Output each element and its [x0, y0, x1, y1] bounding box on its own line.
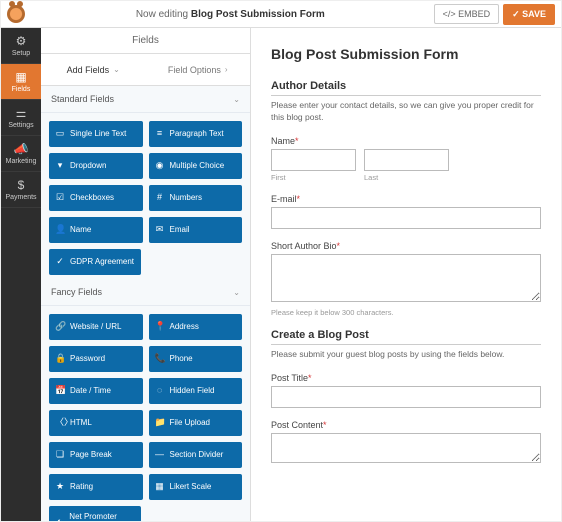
field-html[interactable]: 〈〉HTML [49, 410, 143, 436]
checkbox-icon: ☑ [55, 193, 65, 203]
field-password[interactable]: 🔒Password [49, 346, 143, 372]
form-title: Blog Post Submission Form [271, 46, 541, 62]
field-nps[interactable]: ◐Net Promoter Score [49, 506, 141, 521]
chevron-right-icon: › [225, 65, 228, 74]
field-dropdown[interactable]: ▾Dropdown [49, 153, 143, 179]
group-standard-fields[interactable]: Standard Fields⌄ [41, 86, 250, 113]
group-fancy-fields[interactable]: Fancy Fields⌄ [41, 279, 250, 306]
calendar-icon: 📅 [55, 386, 65, 396]
gauge-icon: ◐ [55, 517, 64, 521]
field-name[interactable]: 👤Name [49, 217, 143, 243]
grid-icon: ▦ [155, 482, 165, 492]
mail-icon: ✉ [155, 225, 165, 235]
app-logo [7, 5, 25, 23]
hash-icon: # [155, 193, 165, 203]
phone-icon: 📞 [155, 354, 165, 364]
dollar-icon: $ [1, 178, 41, 192]
field-likert-scale[interactable]: ▦Likert Scale [149, 474, 243, 500]
nav-settings[interactable]: ⚌Settings [1, 100, 41, 136]
section-post-desc: Please submit your guest blog posts by u… [271, 349, 541, 361]
field-hidden[interactable]: ◌Hidden Field [149, 378, 243, 404]
post-title-input[interactable] [271, 386, 541, 408]
nav-marketing[interactable]: 📣Marketing [1, 136, 41, 172]
section-author-desc: Please enter your contact details, so we… [271, 100, 541, 124]
post-title-label: Post Title* [271, 373, 541, 383]
chevron-down-icon: ⌄ [233, 288, 240, 297]
upload-icon: 📁 [155, 418, 165, 428]
link-icon: 🔗 [55, 322, 65, 332]
email-label: E-mail* [271, 194, 541, 204]
first-sublabel: First [271, 173, 356, 182]
last-name-input[interactable] [364, 149, 449, 171]
field-checkboxes[interactable]: ☑Checkboxes [49, 185, 143, 211]
section-post-heading: Create a Blog Post [271, 329, 541, 345]
shield-icon: ✓ [55, 257, 65, 267]
field-numbers[interactable]: #Numbers [149, 185, 243, 211]
title-name: Blog Post Submission Form [191, 9, 325, 20]
name-label: Name* [271, 136, 541, 146]
nav-payments[interactable]: $Payments [1, 172, 41, 208]
star-icon: ★ [55, 482, 65, 492]
chevron-down-icon: ⌄ [113, 65, 120, 74]
field-file-upload[interactable]: 📁File Upload [149, 410, 243, 436]
field-phone[interactable]: 📞Phone [149, 346, 243, 372]
chevron-down-icon: ⌄ [233, 95, 240, 104]
pin-icon: 📍 [155, 322, 165, 332]
field-paragraph-text[interactable]: ≡Paragraph Text [149, 121, 243, 147]
post-content-textarea[interactable] [271, 433, 541, 463]
lock-icon: 🔒 [55, 354, 65, 364]
bio-helper: Please keep it below 300 characters. [271, 308, 541, 317]
tab-field-options[interactable]: Field Options› [146, 54, 251, 85]
field-page-break[interactable]: ❏Page Break [49, 442, 143, 468]
panel-header: Fields [41, 28, 250, 54]
email-input[interactable] [271, 207, 541, 229]
field-gdpr[interactable]: ✓GDPR Agreement [49, 249, 141, 275]
nav-fields[interactable]: ▦Fields [1, 64, 41, 100]
field-single-line-text[interactable]: ▭Single Line Text [49, 121, 143, 147]
field-rating[interactable]: ★Rating [49, 474, 143, 500]
field-address[interactable]: 📍Address [149, 314, 243, 340]
left-nav: ⚙Setup ▦Fields ⚌Settings 📣Marketing $Pay… [1, 28, 41, 521]
form-icon: ▦ [1, 70, 41, 84]
paragraph-icon: ≡ [155, 129, 165, 139]
section-author-heading: Author Details [271, 80, 541, 96]
bio-label: Short Author Bio* [271, 241, 541, 251]
save-button[interactable]: ✓ SAVE [503, 4, 555, 25]
divider-icon: — [155, 450, 165, 460]
title-prefix: Now editing [136, 9, 188, 20]
field-date-time[interactable]: 📅Date / Time [49, 378, 143, 404]
text-icon: ▭ [55, 129, 65, 139]
tab-add-fields[interactable]: Add Fields⌄ [41, 54, 146, 85]
field-email[interactable]: ✉Email [149, 217, 243, 243]
field-multiple-choice[interactable]: ◉Multiple Choice [149, 153, 243, 179]
page-icon: ❏ [55, 450, 65, 460]
post-content-label: Post Content* [271, 420, 541, 430]
megaphone-icon: 📣 [1, 142, 41, 156]
code-icon: 〈〉 [55, 418, 65, 428]
nav-setup[interactable]: ⚙Setup [1, 28, 41, 64]
embed-button[interactable]: </> EMBED [434, 4, 500, 24]
eye-off-icon: ◌ [155, 386, 165, 396]
dropdown-icon: ▾ [55, 161, 65, 171]
radio-icon: ◉ [155, 161, 165, 171]
first-name-input[interactable] [271, 149, 356, 171]
bio-textarea[interactable] [271, 254, 541, 302]
sliders-icon: ⚌ [1, 106, 41, 120]
page-title: Now editing Blog Post Submission Form [31, 9, 430, 20]
gear-icon: ⚙ [1, 34, 41, 48]
field-section-divider[interactable]: —Section Divider [149, 442, 243, 468]
user-icon: 👤 [55, 225, 65, 235]
last-sublabel: Last [364, 173, 449, 182]
field-website-url[interactable]: 🔗Website / URL [49, 314, 143, 340]
